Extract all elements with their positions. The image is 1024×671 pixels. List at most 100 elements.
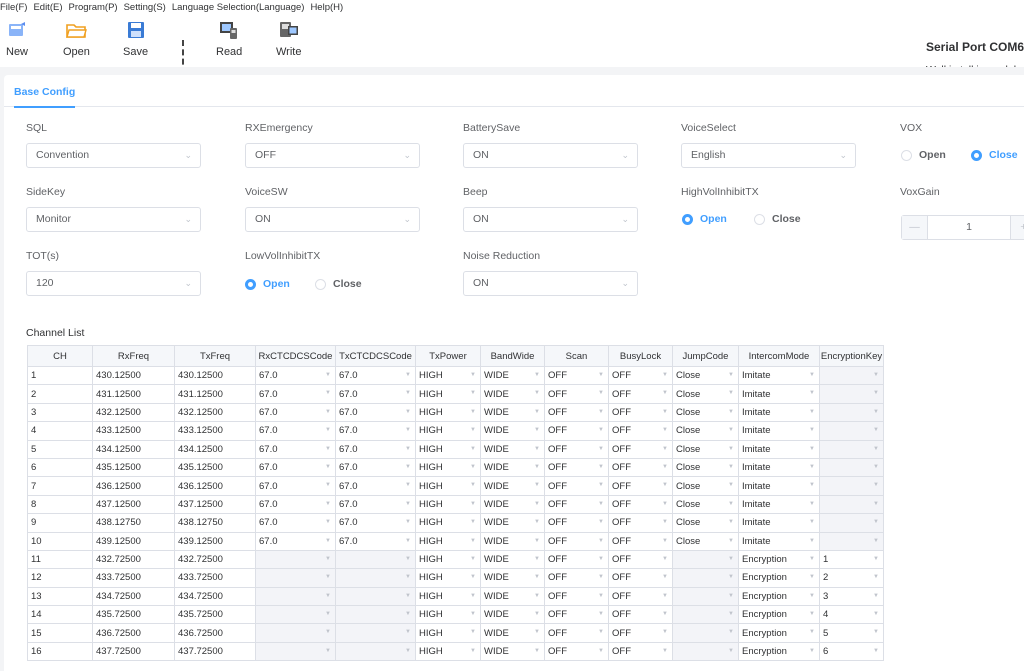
table-cell[interactable]: WIDE [480,623,545,643]
table-cell[interactable]: 436.12500 [92,476,175,496]
new-button[interactable]: New [6,20,28,58]
table-cell[interactable]: HIGH [415,513,481,533]
table-cell[interactable]: OFF [544,549,609,570]
table-cell[interactable]: HIGH [415,623,481,643]
table-cell[interactable] [819,494,884,515]
write-button[interactable]: Write [276,20,301,58]
table-cell[interactable]: 432.72500 [174,549,256,570]
table-cell[interactable]: Imitate [738,531,820,551]
table-cell[interactable]: 433.72500 [92,568,175,588]
lowvol-close-radio[interactable]: Close [315,278,362,290]
table-cell[interactable]: 67.0 [335,365,416,386]
table-cell[interactable]: Encryption [738,605,820,625]
table-cell[interactable]: WIDE [480,457,545,478]
table-cell[interactable]: WIDE [480,568,545,588]
table-cell[interactable]: 67.0 [335,457,416,478]
table-cell[interactable]: Imitate [738,476,820,496]
table-cell[interactable]: 431.12500 [174,384,256,404]
table-cell[interactable]: HIGH [415,531,481,551]
table-cell[interactable]: OFF [544,494,609,515]
rxemergency-select[interactable]: OFF ⌄ [245,143,420,168]
table-cell[interactable]: Encryption [738,586,820,607]
table-cell[interactable]: OFF [608,494,673,515]
table-cell[interactable]: OFF [608,421,673,441]
table-cell[interactable]: Encryption [738,568,820,588]
read-button[interactable]: Read [216,20,242,58]
table-cell[interactable]: Close [672,457,739,478]
menu-edit[interactable]: Edit(E) [33,2,62,13]
table-cell[interactable]: OFF [544,421,609,441]
table-cell[interactable]: OFF [608,402,673,423]
table-cell[interactable]: HIGH [415,586,481,607]
table-cell[interactable]: Close [672,439,739,459]
table-cell[interactable]: 430.12500 [92,365,175,386]
table-cell[interactable]: HIGH [415,365,481,386]
table-cell[interactable]: Encryption [738,549,820,570]
table-cell[interactable]: 439.12500 [92,531,175,551]
table-cell[interactable]: Close [672,531,739,551]
table-cell[interactable]: Imitate [738,494,820,515]
table-cell[interactable]: OFF [608,605,673,625]
table-cell[interactable] [335,568,416,588]
table-cell[interactable]: HIGH [415,605,481,625]
table-cell[interactable]: HIGH [415,476,481,496]
table-cell[interactable]: 67.0 [255,476,336,496]
table-cell[interactable] [672,605,739,625]
table-cell[interactable]: 434.72500 [92,586,175,607]
table-cell[interactable]: OFF [544,586,609,607]
table-cell[interactable]: 432.12500 [92,402,175,423]
table-cell[interactable]: 435.72500 [92,605,175,625]
table-cell[interactable]: Imitate [738,457,820,478]
table-cell[interactable]: OFF [544,365,609,386]
table-cell[interactable]: 435.12500 [92,457,175,478]
table-cell[interactable]: WIDE [480,439,545,459]
menu-language[interactable]: Language Selection(Language) [172,2,305,13]
table-cell[interactable]: Imitate [738,439,820,459]
table-cell[interactable]: WIDE [480,531,545,551]
table-cell[interactable]: Imitate [738,513,820,533]
menu-program[interactable]: Program(P) [69,2,118,13]
table-cell[interactable]: 432.12500 [174,402,256,423]
table-cell[interactable]: 435.72500 [174,605,256,625]
table-cell[interactable]: HIGH [415,549,481,570]
table-cell[interactable]: 67.0 [255,421,336,441]
table-cell[interactable]: OFF [608,586,673,607]
table-cell[interactable] [255,605,336,625]
table-cell[interactable] [819,402,884,423]
table-cell[interactable]: 435.12500 [174,457,256,478]
table-cell[interactable]: 67.0 [255,513,336,533]
table-cell[interactable]: WIDE [480,402,545,423]
table-cell[interactable] [255,641,336,662]
table-cell[interactable]: 432.72500 [92,549,175,570]
lowvol-open-radio[interactable]: Open [245,278,290,290]
table-cell[interactable]: 431.12500 [92,384,175,404]
table-cell[interactable]: WIDE [480,513,545,533]
table-cell[interactable] [672,641,739,662]
table-cell[interactable]: OFF [608,549,673,570]
table-cell[interactable]: HIGH [415,494,481,515]
table-cell[interactable]: OFF [544,568,609,588]
batterysave-select[interactable]: ON ⌄ [463,143,638,168]
table-cell[interactable]: 436.72500 [174,623,256,643]
table-cell[interactable]: HIGH [415,439,481,459]
table-cell[interactable] [335,623,416,643]
table-cell[interactable]: WIDE [480,641,545,662]
table-cell[interactable]: Close [672,513,739,533]
voxgain-increment-button[interactable]: + [1010,216,1024,239]
table-cell[interactable]: Imitate [738,421,820,441]
table-cell[interactable]: 437.12500 [92,494,175,515]
table-cell[interactable]: 433.12500 [92,421,175,441]
table-cell[interactable] [335,605,416,625]
table-cell[interactable]: 67.0 [335,513,416,533]
table-cell[interactable]: WIDE [480,586,545,607]
table-cell[interactable]: OFF [608,365,673,386]
table-cell[interactable]: OFF [608,513,673,533]
table-cell[interactable]: OFF [608,623,673,643]
table-cell[interactable]: 434.12500 [92,439,175,459]
table-cell[interactable]: 67.0 [335,476,416,496]
table-cell[interactable]: 433.12500 [174,421,256,441]
highvol-close-radio[interactable]: Close [754,213,801,225]
table-cell[interactable]: Close [672,476,739,496]
table-cell[interactable]: Close [672,494,739,515]
table-cell[interactable]: 1 [819,549,884,570]
